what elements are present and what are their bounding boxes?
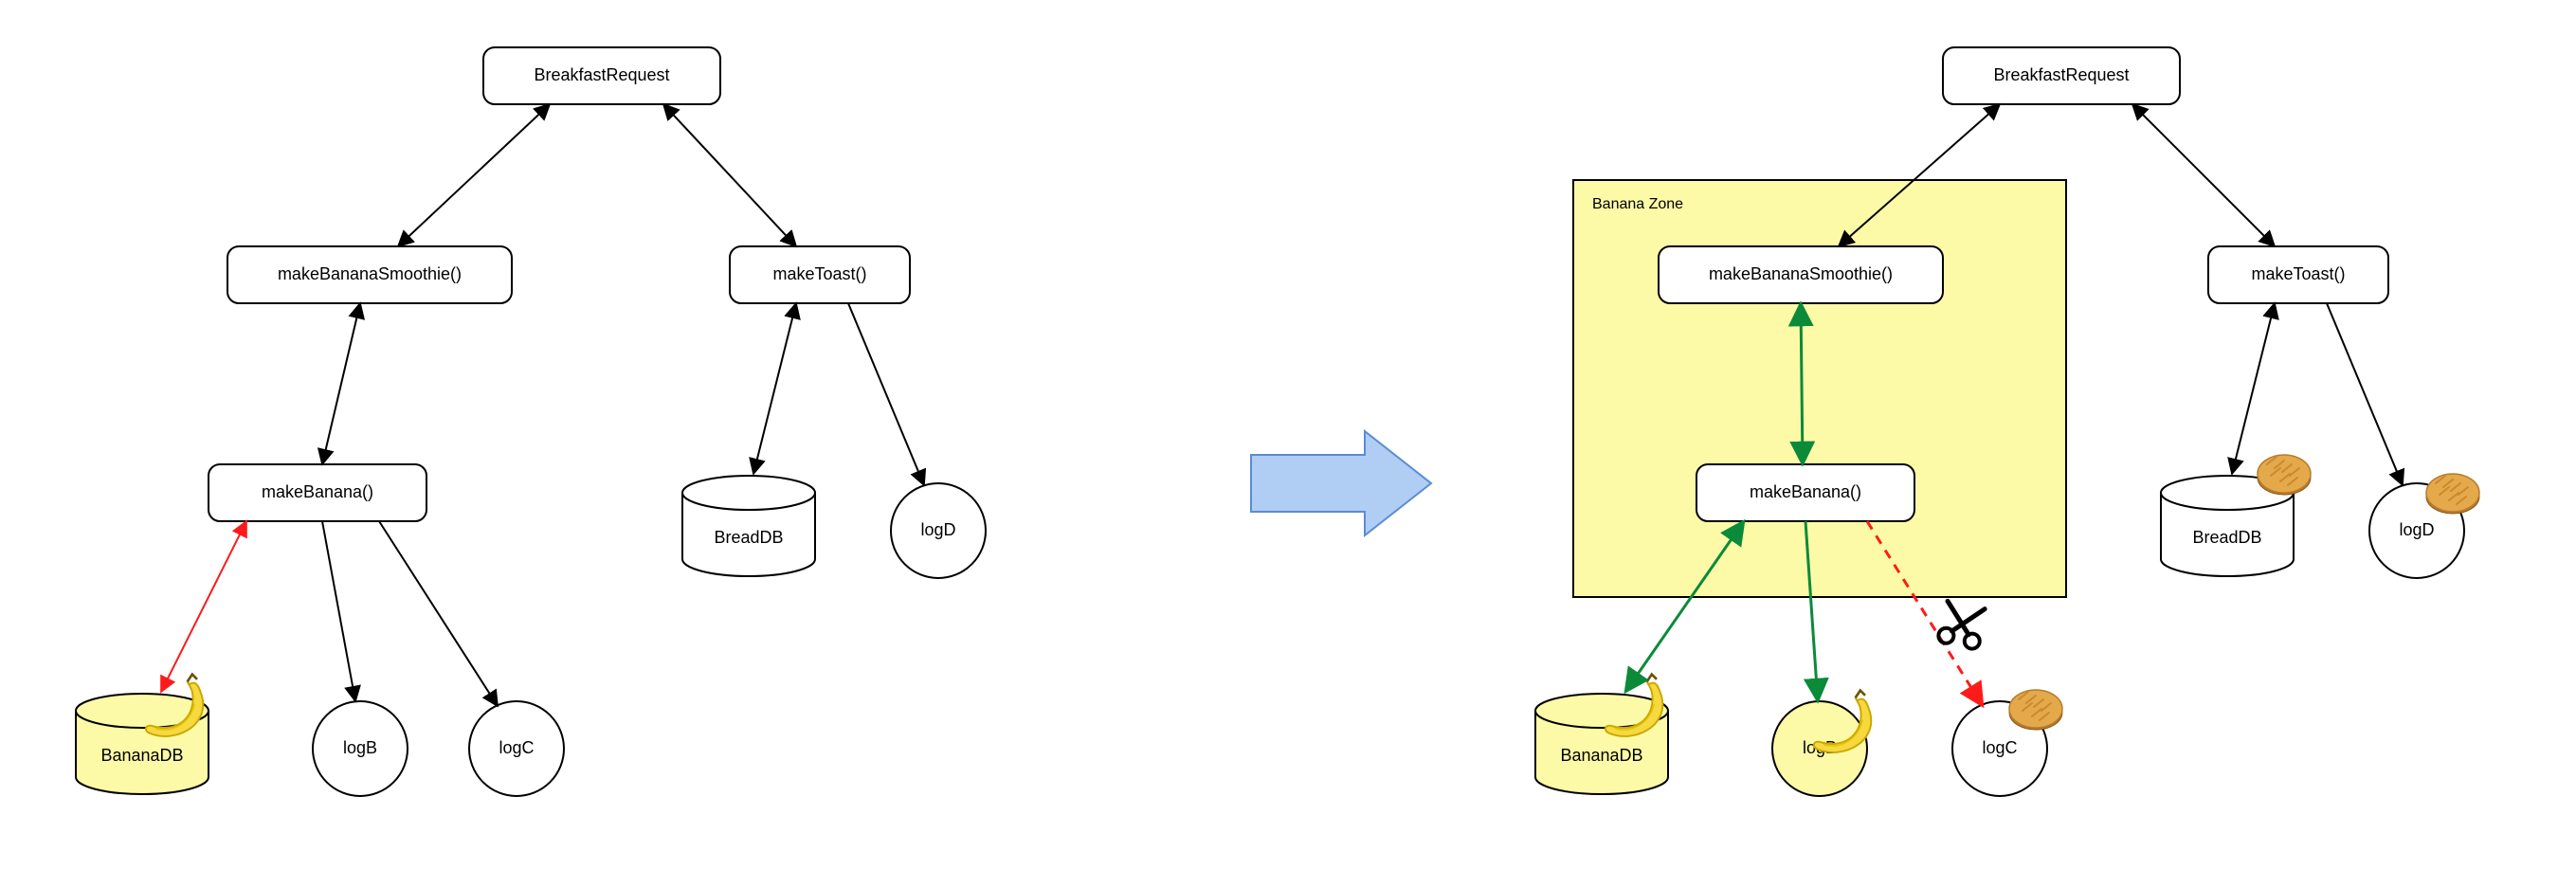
right-diagram: Banana Zone BreakfastRequest makeBananaS… <box>1535 47 2479 796</box>
svg-text:BananaDB: BananaDB <box>1560 746 1642 765</box>
svg-text:makeBananaSmoothie(): makeBananaSmoothie() <box>1709 264 1893 283</box>
svg-text:BreakfastRequest: BreakfastRequest <box>534 65 669 84</box>
node-log-d: logD <box>891 483 986 578</box>
node-log-c: logC <box>469 701 564 796</box>
svg-text:BreadDB: BreadDB <box>714 528 783 547</box>
svg-text:BreadDB: BreadDB <box>2192 528 2261 547</box>
banana-zone-box <box>1573 180 2066 597</box>
node-make-banana-smoothie: makeBananaSmoothie() <box>227 246 512 303</box>
edge-banana-logc <box>379 521 498 706</box>
edge-smoothie-banana <box>1801 303 1803 464</box>
edge-root-toast <box>2132 104 2275 246</box>
edge-smoothie-banana <box>322 303 360 464</box>
left-diagram: BreakfastRequest makeBananaSmoothie() ma… <box>76 47 986 796</box>
svg-text:logD: logD <box>2399 520 2434 539</box>
svg-text:logC: logC <box>499 738 534 757</box>
node-make-toast: makeToast() <box>2208 246 2388 303</box>
svg-text:BreakfastRequest: BreakfastRequest <box>1993 65 2129 84</box>
edge-root-smoothie <box>398 104 550 246</box>
edge-toast-breaddb <box>2232 303 2275 474</box>
edge-toast-logd <box>848 303 924 485</box>
node-breakfast-request: BreakfastRequest <box>1943 47 2180 104</box>
node-make-toast: makeToast() <box>730 246 910 303</box>
scissors-icon <box>1937 601 1986 650</box>
svg-text:logC: logC <box>1982 738 2017 757</box>
edge-banana-bananadb <box>161 521 246 692</box>
svg-text:makeBananaSmoothie(): makeBananaSmoothie() <box>278 264 462 283</box>
transition-arrow <box>1251 431 1431 535</box>
svg-text:logB: logB <box>343 738 377 757</box>
svg-text:logD: logD <box>920 520 955 539</box>
edge-banana-logb <box>322 521 355 701</box>
edges-left <box>161 104 924 706</box>
svg-text:makeBanana(): makeBanana() <box>1750 482 1861 501</box>
bread-icon <box>2258 455 2311 495</box>
bread-icon <box>2009 690 2062 730</box>
svg-text:BananaDB: BananaDB <box>100 746 183 765</box>
node-make-banana-smoothie: makeBananaSmoothie() <box>1659 246 1943 303</box>
node-bread-db: BreadDB <box>682 476 815 576</box>
bread-icon <box>2426 474 2479 514</box>
svg-text:makeToast(): makeToast() <box>2251 264 2345 283</box>
node-banana-db: BananaDB <box>1535 694 1668 794</box>
node-breakfast-request: BreakfastRequest <box>483 47 720 104</box>
svg-text:makeToast(): makeToast() <box>772 264 866 283</box>
node-make-banana: makeBanana() <box>1696 464 1914 521</box>
edge-toast-breaddb <box>753 303 796 474</box>
node-log-b: logB <box>313 701 408 796</box>
diagram-root: BreakfastRequest makeBananaSmoothie() ma… <box>0 0 2576 887</box>
edge-root-toast <box>663 104 796 246</box>
node-banana-db: BananaDB <box>76 694 209 794</box>
edge-toast-logd <box>2327 303 2403 485</box>
svg-text:makeBanana(): makeBanana() <box>262 482 373 501</box>
banana-zone-label: Banana Zone <box>1592 196 1683 212</box>
node-make-banana: makeBanana() <box>209 464 426 521</box>
